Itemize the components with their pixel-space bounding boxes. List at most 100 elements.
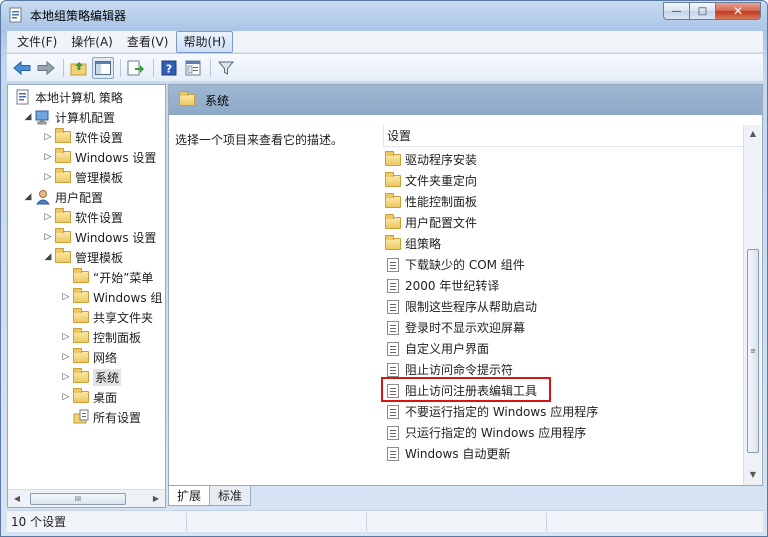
- scroll-right-arrow-icon[interactable]: ▶: [150, 493, 162, 505]
- policy-sheet-shape: [387, 362, 399, 377]
- collapsed-arrow-icon[interactable]: ▷: [42, 212, 54, 222]
- tree-item[interactable]: ▷ Windows 组: [60, 287, 162, 307]
- back-button[interactable]: [11, 57, 33, 79]
- minimize-button[interactable]: —: [663, 2, 690, 20]
- menu-view[interactable]: 查看(V): [121, 32, 175, 52]
- menu-help[interactable]: 帮助(H): [176, 30, 233, 53]
- policy-setting-icon: [385, 257, 401, 273]
- toolbar-separator: [63, 58, 64, 77]
- expanded-arrow-icon[interactable]: ◢: [22, 192, 34, 202]
- policy-setting-item[interactable]: 下载缺少的 COM 组件: [385, 254, 525, 275]
- policy-setting-item[interactable]: 限制这些程序从帮助启动: [385, 296, 537, 317]
- export-list-button[interactable]: [125, 57, 147, 79]
- folder-shape: [385, 213, 401, 229]
- tree-item[interactable]: 所有设置: [60, 407, 141, 427]
- folder-icon: [72, 308, 90, 325]
- policy-setting-item[interactable]: 登录时不显示欢迎屏幕: [385, 317, 525, 338]
- settings-folder-item[interactable]: 性能控制面板: [385, 191, 477, 212]
- scroll-down-arrow-icon[interactable]: ▼: [747, 469, 759, 481]
- tree-item-label: 用户配置: [55, 190, 104, 205]
- collapsed-arrow-icon[interactable]: ▷: [42, 152, 54, 162]
- folder-icon: [385, 213, 401, 231]
- status-cell-empty: [367, 512, 547, 531]
- scroll-up-arrow-icon[interactable]: ▲: [747, 128, 759, 140]
- policy-sheet-shape: [387, 404, 399, 419]
- policy-setting-item[interactable]: 2000 年世纪转译: [385, 275, 499, 296]
- list-scroll-thumb[interactable]: ≡: [747, 249, 759, 453]
- menu-action[interactable]: 操作(A): [65, 32, 119, 52]
- tree-scroll-thumb[interactable]: III: [30, 493, 126, 505]
- forward-button[interactable]: [35, 57, 57, 79]
- tree-item[interactable]: ◢ 用户配置: [22, 187, 103, 207]
- folder-icon: [54, 208, 72, 225]
- show-hide-tree-button[interactable]: [92, 56, 114, 79]
- list-item-label: 下载缺少的 COM 组件: [405, 258, 525, 272]
- policy-setting-item[interactable]: Windows 自动更新: [385, 443, 510, 464]
- list-item-label: 限制这些程序从帮助启动: [405, 300, 538, 314]
- tree-item[interactable]: ▷ 桌面: [60, 387, 117, 407]
- tree-item[interactable]: ▷ 软件设置: [42, 127, 123, 147]
- tab-extended[interactable]: 扩展: [168, 486, 211, 506]
- help-button[interactable]: ?: [158, 57, 180, 79]
- properties-icon: [185, 60, 201, 75]
- list-item-label: 阻止访问命令提示符: [405, 363, 514, 377]
- collapsed-arrow-icon[interactable]: ▷: [60, 372, 72, 382]
- collapsed-arrow-icon[interactable]: ▷: [60, 332, 72, 342]
- tree-item[interactable]: ◢ 计算机配置: [22, 107, 115, 127]
- settings-folder-item[interactable]: 组策略: [385, 233, 441, 254]
- folder-icon: [54, 228, 72, 245]
- expanded-arrow-icon[interactable]: ◢: [22, 112, 34, 122]
- collapsed-arrow-icon[interactable]: ▷: [42, 172, 54, 182]
- tree-item[interactable]: ▷ Windows 设置: [42, 227, 156, 247]
- filter-button[interactable]: [215, 57, 237, 79]
- tree-item-label: “开始”菜单: [93, 270, 154, 285]
- settings-column-header[interactable]: 设置: [383, 125, 743, 147]
- tree-item[interactable]: ▷ 管理模板: [42, 167, 123, 187]
- tree-item[interactable]: “开始”菜单: [60, 267, 153, 287]
- policy-setting-item[interactable]: 只运行指定的 Windows 应用程序: [385, 422, 586, 443]
- close-button[interactable]: ✕: [716, 2, 761, 20]
- computer-icon: [34, 109, 52, 125]
- title-bar[interactable]: 本地组策略编辑器 — □ ✕: [1, 1, 767, 29]
- list-item-label: 组策略: [405, 237, 442, 251]
- tree-item[interactable]: ▷ 控制面板: [60, 327, 141, 347]
- tree-item[interactable]: ▷ 网络: [60, 347, 117, 367]
- tree-item[interactable]: ▷ Windows 设置: [42, 147, 156, 167]
- collapsed-arrow-icon[interactable]: ▷: [60, 392, 72, 402]
- properties-button[interactable]: [182, 57, 204, 79]
- expanded-arrow-icon[interactable]: ◢: [42, 252, 54, 262]
- folder-icon: [72, 388, 90, 405]
- scroll-left-arrow-icon[interactable]: ◀: [11, 493, 23, 505]
- tab-standard[interactable]: 标准: [209, 486, 252, 506]
- settings-folder-item[interactable]: 文件夹重定向: [385, 170, 477, 191]
- collapsed-arrow-icon[interactable]: ▷: [60, 292, 72, 302]
- up-one-level-button[interactable]: [68, 57, 90, 79]
- folder-shape: [73, 348, 89, 363]
- tree-horizontal-scrollbar[interactable]: ◀ III ▶: [8, 489, 165, 507]
- collapsed-arrow-icon[interactable]: ▷: [42, 232, 54, 242]
- help-icon: ?: [161, 60, 177, 75]
- menu-file[interactable]: 文件(F): [11, 32, 63, 52]
- policy-setting-item[interactable]: 不要运行指定的 Windows 应用程序: [385, 401, 598, 422]
- collapsed-arrow-icon[interactable]: ▷: [42, 132, 54, 142]
- tree-item-label: 管理模板: [75, 170, 124, 185]
- settings-folder-item[interactable]: 驱动程序安装: [385, 149, 477, 170]
- tree-item-label: Windows 设置: [75, 230, 157, 245]
- list-vertical-scrollbar[interactable]: ▲ ≡ ▼: [743, 125, 761, 485]
- tree-item[interactable]: ▷ 系统: [60, 367, 122, 387]
- navigation-tree-panel: 本地计算机 策略 ◢ 计算机配置 ▷ 软件设置 ▷ Windows 设置 ▷ 管理模板 ◢ 用户配置…: [7, 84, 166, 508]
- folder-shape: [55, 128, 71, 143]
- folder-shape: [73, 268, 89, 283]
- folder-icon: [385, 150, 401, 168]
- maximize-button[interactable]: □: [690, 2, 716, 20]
- tree-item[interactable]: 本地计算机 策略: [14, 87, 123, 107]
- collapsed-arrow-icon[interactable]: ▷: [60, 352, 72, 362]
- tree-item[interactable]: ◢ 管理模板: [42, 247, 123, 267]
- tree-item[interactable]: 共享文件夹: [60, 307, 153, 327]
- policy-setting-item[interactable]: 自定义用户界面: [385, 338, 489, 359]
- folder-icon: [385, 192, 401, 210]
- policy-setting-icon: [385, 425, 401, 441]
- tree-item[interactable]: ▷ 软件设置: [42, 207, 123, 227]
- settings-folder-item[interactable]: 用户配置文件: [385, 212, 477, 233]
- export-list-icon: [127, 60, 144, 75]
